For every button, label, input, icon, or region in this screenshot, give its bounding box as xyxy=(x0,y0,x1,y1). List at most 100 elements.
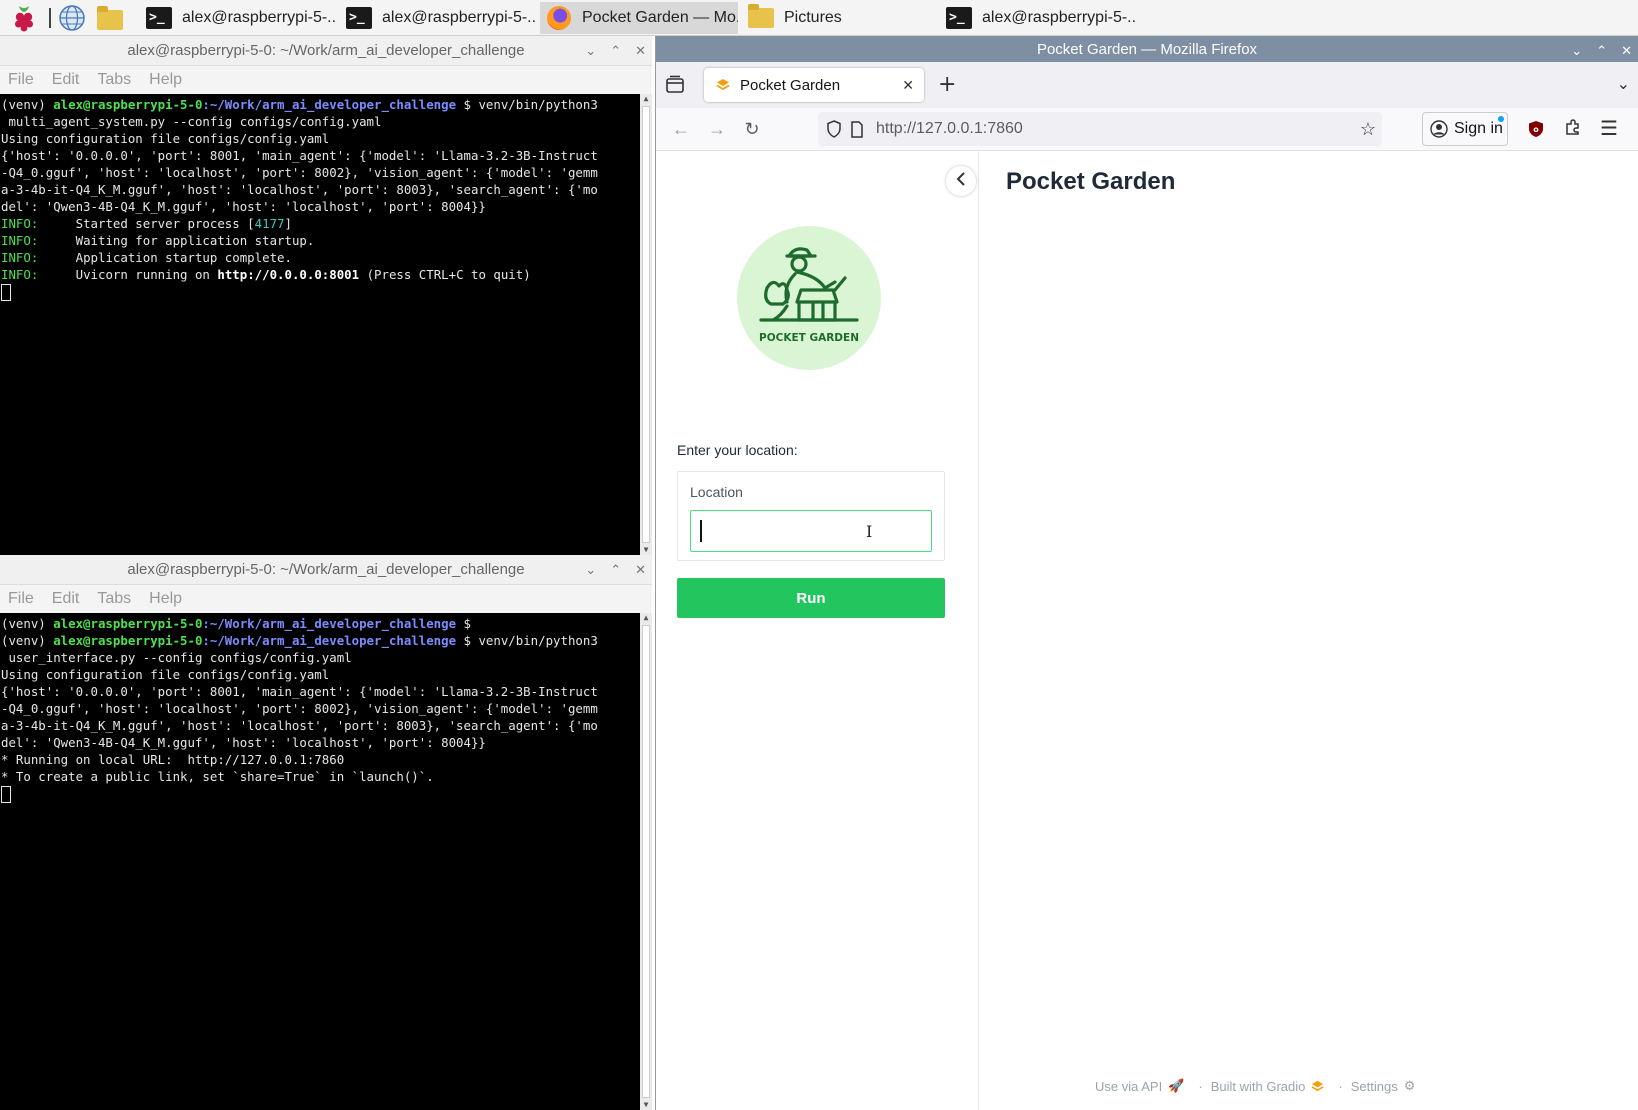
terminal-line: user_interface.py --config configs/confi… xyxy=(1,650,352,665)
minimize-icon[interactable]: ⌄ xyxy=(585,43,596,59)
sidebar: POCKET GARDEN Enter your location: Locat… xyxy=(656,150,979,1110)
terminal-line: a-3-4b-it-Q4_K_M.gguf', 'host': 'localho… xyxy=(1,182,598,197)
terminal-line: multi_agent_system.py --config configs/c… xyxy=(1,114,382,129)
menu-file[interactable]: File xyxy=(8,590,34,608)
page-info-icon[interactable] xyxy=(850,120,864,138)
gardener-icon: POCKET GARDEN xyxy=(759,247,859,344)
menu-edit[interactable]: Edit xyxy=(52,590,80,608)
taskbar-task-terminal-1[interactable]: >_ alex@raspberrypi-5-... xyxy=(140,2,336,34)
terminal-line: {'host': '0.0.0.0', 'port': 8001, 'main_… xyxy=(1,684,598,699)
page-title: Pocket Garden xyxy=(1006,168,1176,195)
maximize-icon[interactable]: ⌃ xyxy=(610,43,621,59)
tab-strip: Pocket Garden ✕ + ⌄ xyxy=(656,62,1638,108)
terminal-line: Using configuration file configs/config.… xyxy=(1,131,330,146)
footer-dot: · xyxy=(1338,1078,1343,1094)
close-icon[interactable]: ✕ xyxy=(635,562,646,578)
taskbar-task-terminal-2[interactable]: >_ alex@raspberrypi-5-... xyxy=(340,2,536,34)
tab-close-icon[interactable]: ✕ xyxy=(902,77,914,94)
location-block: Location I xyxy=(677,471,945,561)
terminal-window-bottom[interactable]: alex@raspberrypi-5-0: ~/Work/arm_ai_deve… xyxy=(0,555,652,1110)
hamburger-menu-icon[interactable]: ☰ xyxy=(1600,116,1618,141)
logo-text: POCKET GARDEN xyxy=(759,332,859,344)
location-input[interactable] xyxy=(690,510,932,552)
extensions-puzzle-icon[interactable] xyxy=(1564,118,1582,141)
firefox-titlebar[interactable]: Pocket Garden — Mozilla Firefox ⌄ ⌃ ✕ xyxy=(656,36,1638,62)
terminal-line: (venv) alex@raspberrypi-5-0:~/Work/arm_a… xyxy=(1,616,479,631)
terminal-line: {'host': '0.0.0.0', 'port': 8001, 'main_… xyxy=(1,148,598,163)
run-button[interactable]: Run xyxy=(677,578,945,618)
terminal-scrollbar[interactable]: ▲ ▼ xyxy=(640,94,652,555)
forward-icon[interactable]: → xyxy=(702,114,732,144)
terminal-cursor xyxy=(1,283,652,301)
terminal-scrollbar[interactable]: ▲ ▼ xyxy=(640,613,652,1110)
gradio-logo-icon xyxy=(1311,1080,1324,1093)
terminal-icon: >_ xyxy=(946,6,972,30)
menu-edit[interactable]: Edit xyxy=(52,71,80,89)
terminal-output[interactable]: (venv) alex@raspberrypi-5-0:~/Work/arm_a… xyxy=(0,94,652,555)
folder-icon xyxy=(748,4,774,30)
terminal-menubar: File Edit Tabs Help xyxy=(0,585,652,613)
list-all-tabs-icon[interactable]: ⌄ xyxy=(1617,74,1630,93)
maximize-icon[interactable]: ⌃ xyxy=(610,562,621,578)
tracking-protection-shield-icon[interactable] xyxy=(826,120,842,138)
terminal-titlebar[interactable]: alex@raspberrypi-5-0: ~/Work/arm_ai_deve… xyxy=(0,36,652,66)
window-title: alex@raspberrypi-5-0: ~/Work/arm_ai_deve… xyxy=(127,561,525,578)
reload-icon[interactable]: ↻ xyxy=(737,114,767,144)
minimize-icon[interactable]: ⌄ xyxy=(1571,43,1582,59)
sidebar-collapse-button[interactable] xyxy=(946,166,976,196)
tab-pocket-garden[interactable]: Pocket Garden ✕ xyxy=(704,68,924,102)
window-title: alex@raspberrypi-5-0: ~/Work/arm_ai_deve… xyxy=(127,42,525,59)
new-tab-icon[interactable]: + xyxy=(938,72,956,97)
close-icon[interactable]: ✕ xyxy=(635,43,646,59)
terminal-line: a-3-4b-it-Q4_K_M.gguf', 'host': 'localho… xyxy=(1,718,598,733)
terminal-line: (venv) alex@raspberrypi-5-0:~/Work/arm_a… xyxy=(1,97,598,112)
task-label: alex@raspberrypi-5-... xyxy=(982,9,1136,26)
menu-file[interactable]: File xyxy=(8,71,34,89)
built-with-gradio-link[interactable]: Built with Gradio xyxy=(1211,1079,1306,1094)
menu-tabs[interactable]: Tabs xyxy=(97,590,131,608)
main-panel: Pocket Garden Use via API 🚀 · Built with… xyxy=(978,150,1638,1110)
bookmark-star-icon[interactable]: ☆ xyxy=(1360,119,1376,140)
ibeam-cursor-icon: I xyxy=(866,522,873,541)
raspberry-menu-icon[interactable] xyxy=(10,4,38,32)
terminal-cursor xyxy=(1,785,652,803)
firefox-icon xyxy=(546,6,572,30)
menu-tabs[interactable]: Tabs xyxy=(97,71,131,89)
notification-dot xyxy=(1498,116,1504,122)
web-browser-icon[interactable] xyxy=(58,4,86,32)
terminal-line: INFO: Uvicorn running on http://0.0.0.0:… xyxy=(1,267,531,282)
taskbar-separator xyxy=(49,8,51,28)
terminal-menubar: File Edit Tabs Help xyxy=(0,66,652,94)
back-icon[interactable]: ← xyxy=(666,114,696,144)
terminal-line: -Q4_0.gguf', 'host': 'localhost', 'port'… xyxy=(1,165,598,180)
url-text[interactable]: http://127.0.0.1:7860 xyxy=(876,120,1023,138)
firefox-view-icon[interactable] xyxy=(664,74,688,96)
menu-help[interactable]: Help xyxy=(149,590,182,608)
gradio-app: POCKET GARDEN Enter your location: Locat… xyxy=(656,150,1638,1110)
maximize-icon[interactable]: ⌃ xyxy=(1596,43,1607,59)
close-icon[interactable]: ✕ xyxy=(1621,43,1632,59)
chevron-left-icon xyxy=(956,171,966,192)
use-via-api-link[interactable]: Use via API xyxy=(1095,1079,1162,1094)
terminal-line: * To create a public link, set `share=Tr… xyxy=(1,769,434,784)
file-manager-icon[interactable] xyxy=(96,4,124,32)
terminal-icon: >_ xyxy=(146,6,172,30)
terminal-line: * Running on local URL: http://127.0.0.1… xyxy=(1,752,345,767)
terminal-line: INFO: Started server process [4177] xyxy=(1,216,292,231)
terminal-window-top[interactable]: alex@raspberrypi-5-0: ~/Work/arm_ai_deve… xyxy=(0,36,652,555)
navigation-toolbar: ← → ↻ http://127.0.0.1:7860 ☆ Sign in o … xyxy=(656,108,1638,151)
terminal-line: (venv) alex@raspberrypi-5-0:~/Work/arm_a… xyxy=(1,633,598,648)
menu-help[interactable]: Help xyxy=(149,71,182,89)
sign-in-button[interactable]: Sign in xyxy=(1422,112,1508,146)
taskbar-task-pictures[interactable]: Pictures xyxy=(742,2,938,34)
terminal-output[interactable]: (venv) alex@raspberrypi-5-0:~/Work/arm_a… xyxy=(0,613,652,1110)
minimize-icon[interactable]: ⌄ xyxy=(585,562,596,578)
taskbar-task-terminal-3[interactable]: >_ alex@raspberrypi-5-... xyxy=(940,2,1136,34)
url-bar[interactable]: http://127.0.0.1:7860 ☆ xyxy=(818,112,1382,146)
firefox-window[interactable]: Pocket Garden — Mozilla Firefox ⌄ ⌃ ✕ Po… xyxy=(655,36,1638,1110)
settings-link[interactable]: Settings xyxy=(1351,1079,1398,1094)
terminal-titlebar[interactable]: alex@raspberrypi-5-0: ~/Work/arm_ai_deve… xyxy=(0,555,652,585)
text-caret xyxy=(700,520,702,542)
ublock-origin-icon[interactable]: o xyxy=(1528,120,1544,143)
taskbar-task-firefox[interactable]: Pocket Garden — Mo... xyxy=(540,2,738,34)
